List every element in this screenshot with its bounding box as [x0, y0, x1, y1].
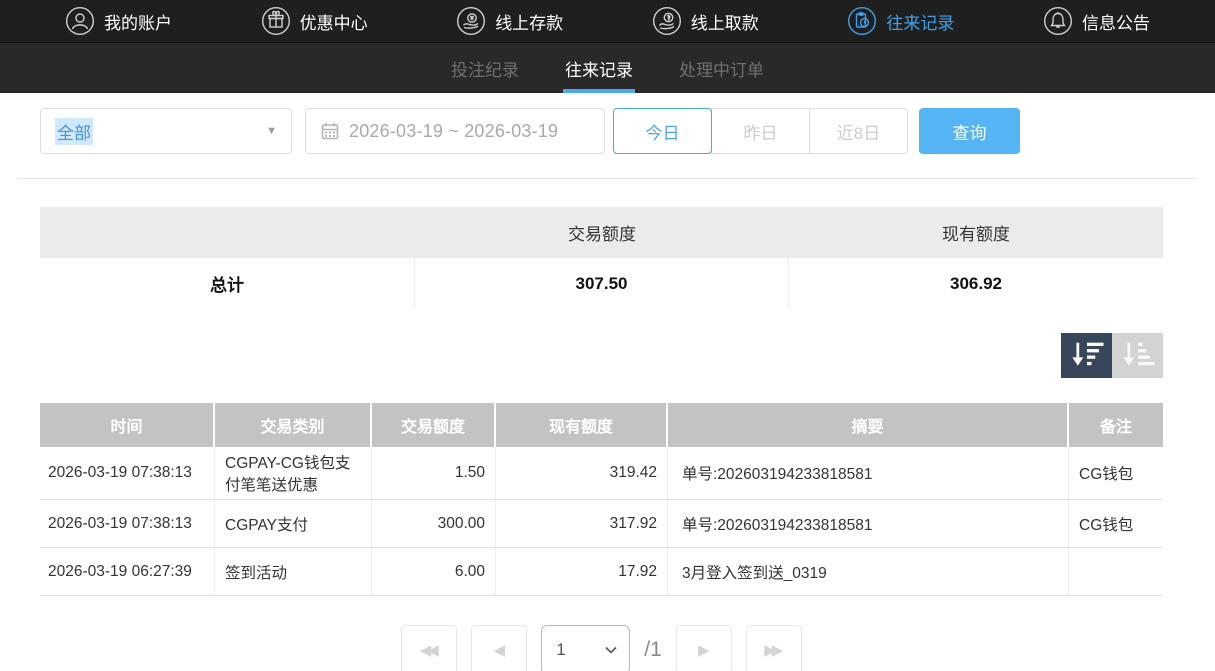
- cell-time: 2026-03-19 07:38:13: [40, 447, 215, 499]
- cell-type: CGPAY支付: [215, 500, 372, 547]
- page-select-value: 1: [556, 640, 565, 660]
- header-note: 备注: [1069, 403, 1163, 447]
- cell-note: [1069, 548, 1163, 595]
- summary-header-row: 交易额度 现有额度: [40, 207, 1163, 258]
- last-8-days-button[interactable]: 近8日: [809, 108, 908, 154]
- summary-total-transaction: 307.50: [415, 258, 789, 309]
- nav-item-label: 信息公告: [1082, 9, 1150, 34]
- nav-item-deposit[interactable]: 线上存款: [456, 6, 563, 36]
- nav-item-announcements[interactable]: 信息公告: [1043, 6, 1150, 36]
- sort-ascending-icon: [1119, 339, 1157, 372]
- header-balance: 现有额度: [496, 403, 668, 447]
- summary-total-balance: 306.92: [789, 258, 1163, 309]
- header-summary: 摘要: [668, 403, 1069, 447]
- section-divider: [18, 178, 1197, 179]
- gift-icon: [261, 6, 291, 36]
- user-icon: [65, 6, 95, 36]
- table-row: 2026-03-19 06:27:39 签到活动 6.00 17.92 3月登入…: [40, 548, 1163, 596]
- header-amount: 交易额度: [372, 403, 496, 447]
- cell-amount: 6.00: [372, 548, 496, 595]
- summary-table: 交易额度 现有额度 总计 307.50 306.92: [40, 207, 1163, 309]
- summary-total-row: 总计 307.50 306.92: [40, 258, 1163, 309]
- summary-header-transaction: 交易额度: [415, 207, 789, 258]
- records-header-row: 时间 交易类别 交易额度 现有额度 摘要 备注: [40, 403, 1163, 447]
- main-content: 全部 ▼ 2026-03-19 ~ 2026-03-19 今日 昨日 近8日 查…: [40, 108, 1163, 154]
- cell-note: CG钱包: [1069, 447, 1163, 499]
- nav-item-promotions[interactable]: 优惠中心: [261, 6, 368, 36]
- sort-descending-icon: [1068, 339, 1106, 372]
- nav-item-label: 往来记录: [886, 9, 954, 34]
- last-page-button[interactable]: ▶▶: [746, 625, 802, 671]
- nav-item-label: 我的账户: [104, 9, 172, 34]
- summary-total-label: 总计: [40, 258, 415, 309]
- prev-page-button[interactable]: ◀: [471, 625, 527, 671]
- nav-item-label: 优惠中心: [300, 9, 368, 34]
- records-table: 时间 交易类别 交易额度 现有额度 摘要 备注 2026-03-19 07:38…: [40, 403, 1163, 596]
- table-row: 2026-03-19 07:38:13 CGPAY支付 300.00 317.9…: [40, 500, 1163, 548]
- tab-bar: 投注纪录 往来记录 处理中订单: [0, 43, 1215, 93]
- today-button[interactable]: 今日: [613, 108, 712, 154]
- query-button[interactable]: 查询: [919, 108, 1020, 154]
- cell-balance: 317.92: [496, 500, 668, 547]
- nav-item-transaction-records[interactable]: 往来记录: [847, 6, 954, 36]
- table-row: 2026-03-19 07:38:13 CGPAY-CG钱包支付笔笔送优惠 1.…: [40, 447, 1163, 500]
- pagination: ◀◀ ◀ 1 /1 ▶ ▶▶: [40, 625, 1163, 671]
- header-type: 交易类别: [215, 403, 372, 447]
- header-time: 时间: [40, 403, 215, 447]
- tab-processing-orders[interactable]: 处理中订单: [679, 43, 764, 93]
- cell-note: CG钱包: [1069, 500, 1163, 547]
- deposit-icon: [456, 6, 486, 36]
- page-select[interactable]: 1: [541, 625, 630, 671]
- cell-balance: 319.42: [496, 447, 668, 499]
- yesterday-button[interactable]: 昨日: [711, 108, 810, 154]
- nav-item-label: 线上取款: [691, 9, 759, 34]
- type-select[interactable]: 全部 ▼: [40, 108, 292, 154]
- cell-summary: 单号:202603194233818581: [668, 500, 1069, 547]
- nav-item-withdrawal[interactable]: 线上取款: [652, 6, 759, 36]
- cell-summary: 单号:202603194233818581: [668, 447, 1069, 499]
- total-pages-label: /1: [644, 638, 662, 662]
- calendar-icon: [321, 122, 339, 140]
- cell-summary: 3月登入签到送_0319: [668, 548, 1069, 595]
- date-range-input[interactable]: 2026-03-19 ~ 2026-03-19: [305, 108, 605, 154]
- cell-time: 2026-03-19 06:27:39: [40, 548, 215, 595]
- cell-type: CGPAY-CG钱包支付笔笔送优惠: [215, 447, 372, 499]
- chevron-down-icon: [605, 646, 617, 654]
- tab-betting-records[interactable]: 投注纪录: [451, 43, 519, 93]
- top-navigation: 我的账户 优惠中心 线上存款 线上取款: [0, 0, 1215, 43]
- withdraw-icon: [652, 6, 682, 36]
- tables-area: 交易额度 现有额度 总计 307.50 306.92: [40, 207, 1163, 671]
- tab-transaction-records[interactable]: 往来记录: [565, 43, 633, 93]
- sort-ascending-button[interactable]: [1112, 333, 1163, 378]
- nav-item-my-account[interactable]: 我的账户: [65, 6, 172, 36]
- summary-header-empty: [40, 207, 415, 258]
- summary-header-balance: 现有额度: [789, 207, 1163, 258]
- sort-descending-button[interactable]: [1061, 333, 1112, 378]
- next-page-button[interactable]: ▶: [676, 625, 732, 671]
- nav-item-label: 线上存款: [495, 9, 563, 34]
- cell-time: 2026-03-19 07:38:13: [40, 500, 215, 547]
- chevron-down-icon: ▼: [266, 125, 277, 137]
- filter-row: 全部 ▼ 2026-03-19 ~ 2026-03-19 今日 昨日 近8日 查…: [40, 108, 1163, 154]
- cell-amount: 300.00: [372, 500, 496, 547]
- first-page-button[interactable]: ◀◀: [401, 625, 457, 671]
- records-icon: [847, 6, 877, 36]
- cell-balance: 17.92: [496, 548, 668, 595]
- cell-type: 签到活动: [215, 548, 372, 595]
- sort-controls: [40, 333, 1163, 378]
- cell-amount: 1.50: [372, 447, 496, 499]
- date-range-value: 2026-03-19 ~ 2026-03-19: [349, 121, 558, 142]
- bell-icon: [1043, 6, 1073, 36]
- quick-range-group: 今日 昨日 近8日: [613, 108, 908, 154]
- type-select-value: 全部: [55, 118, 93, 145]
